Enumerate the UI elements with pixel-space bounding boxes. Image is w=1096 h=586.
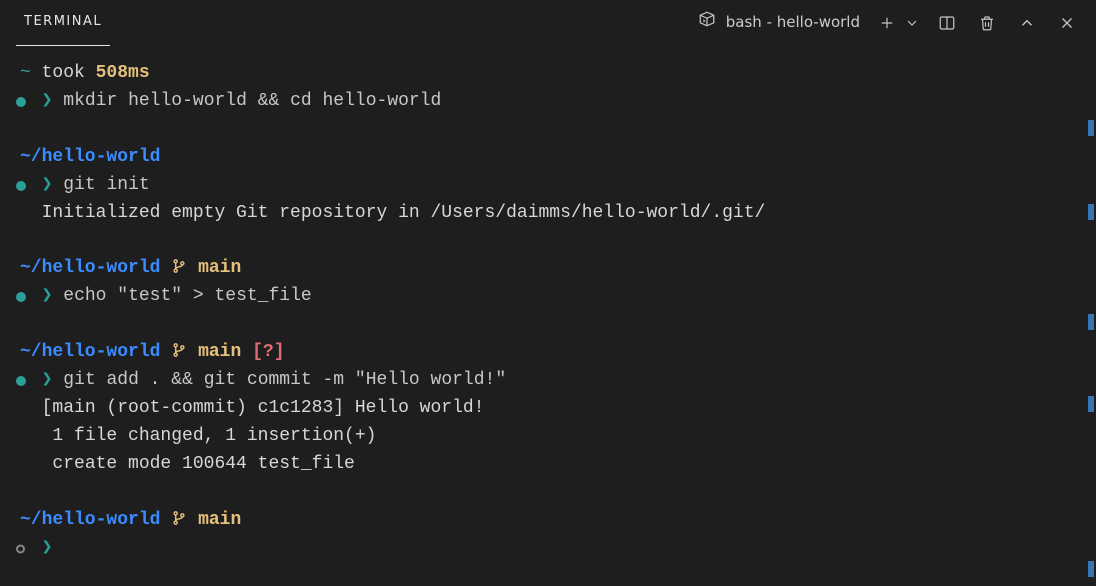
prompt-command-line: ❯ (20, 535, 1076, 563)
split-terminal-button[interactable] (934, 10, 960, 36)
prompt-command-line: ❯ git add . && git commit -m "Hello worl… (20, 367, 1076, 395)
prompt-path: ~/hello-world main (20, 255, 1076, 283)
prompt-command-line: ❯ git init (20, 172, 1076, 200)
terminal-shell-icon (698, 10, 716, 35)
terminal-name[interactable]: bash - hello-world (698, 10, 860, 35)
prompt-command-line: ❯ echo "test" > test_file (20, 283, 1076, 311)
prompt-path: ~/hello-world (20, 144, 1076, 172)
prompt-path: ~/hello-world main (20, 507, 1076, 535)
prompt-timing: ~ took 508ms (20, 60, 1076, 88)
terminal-output-area[interactable]: ~ took 508ms ❯ mkdir hello-world && cd h… (0, 46, 1096, 562)
ruler-mark (1088, 561, 1094, 577)
terminal-name-label: bash - hello-world (726, 11, 860, 34)
tab-label: TERMINAL (24, 12, 102, 32)
prompt-command-line: ❯ mkdir hello-world && cd hello-world (20, 88, 1076, 116)
new-terminal-button[interactable] (874, 10, 900, 36)
command-output-line: 1 file changed, 1 insertion(+) (20, 423, 1076, 451)
close-panel-button[interactable] (1054, 10, 1080, 36)
command-output-line: [main (root-commit) c1c1283] Hello world… (20, 395, 1076, 423)
command-output-line: Initialized empty Git repository in /Use… (20, 200, 1076, 228)
kill-terminal-button[interactable] (974, 10, 1000, 36)
new-terminal-dropdown[interactable] (904, 10, 920, 36)
prompt-status-success-icon (16, 292, 26, 302)
maximize-panel-button[interactable] (1014, 10, 1040, 36)
command-output-line: create mode 100644 test_file (20, 451, 1076, 479)
prompt-path: ~/hello-world main [?] (20, 339, 1076, 367)
prompt-status-success-icon (16, 376, 26, 386)
tab-terminal[interactable]: TERMINAL (16, 0, 110, 46)
prompt-status-success-icon (16, 97, 26, 107)
ruler-mark (1088, 204, 1094, 220)
terminal-panel-header: TERMINAL bash - hello-world (0, 0, 1096, 46)
prompt-status-pending-icon (16, 544, 25, 553)
ruler-mark (1088, 120, 1094, 136)
ruler-mark (1088, 314, 1094, 330)
ruler-mark (1088, 396, 1094, 412)
prompt-status-success-icon (16, 181, 26, 191)
overview-ruler (1086, 46, 1096, 586)
